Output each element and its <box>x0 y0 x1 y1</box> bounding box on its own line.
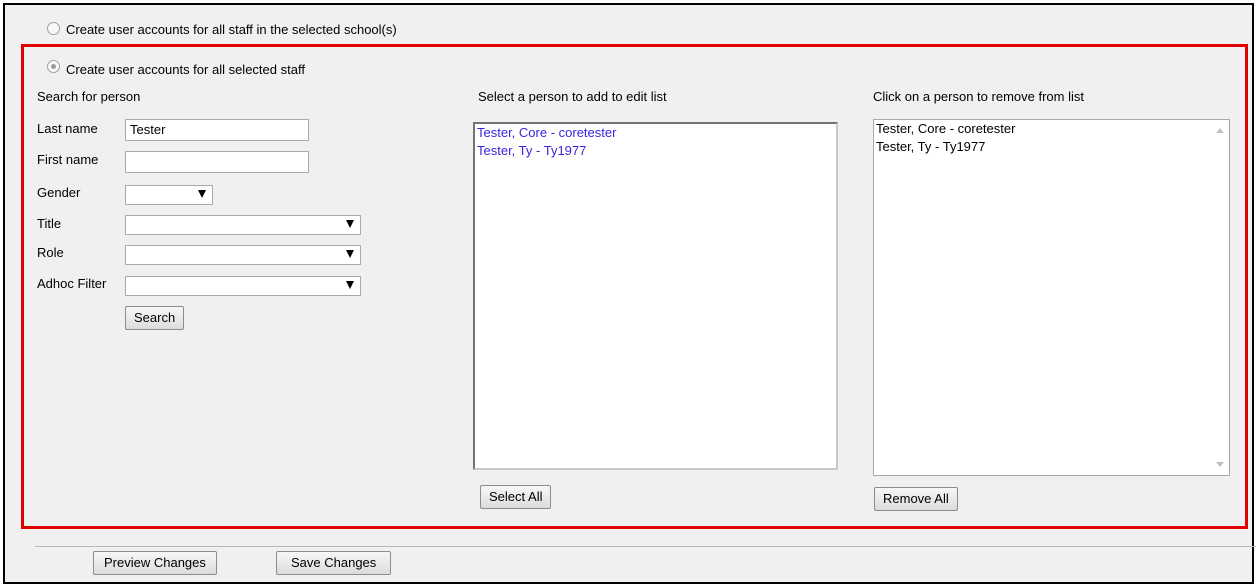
last-name-input[interactable]: Tester <box>125 119 309 141</box>
chevron-down-icon <box>346 281 354 289</box>
scroll-down-icon[interactable] <box>1216 462 1224 467</box>
radio-all-selected-staff-label: Create user accounts for all selected st… <box>66 62 305 77</box>
list-item[interactable]: Tester, Ty - Ty1977 <box>874 138 1229 156</box>
list-item[interactable]: Tester, Core - coretester <box>874 120 1229 138</box>
chevron-down-icon <box>346 220 354 228</box>
remove-list-header: Click on a person to remove from list <box>873 89 1084 104</box>
adhoc-filter-label: Adhoc Filter <box>37 276 107 291</box>
last-name-label: Last name <box>37 121 98 136</box>
remove-all-button[interactable]: Remove All <box>874 487 958 511</box>
title-label: Title <box>37 216 62 231</box>
form-panel: Create user accounts for all staff in th… <box>3 3 1256 584</box>
gender-label: Gender <box>37 185 81 200</box>
first-name-input[interactable] <box>125 151 309 173</box>
remove-list-box[interactable]: Tester, Core - coretester Tester, Ty - T… <box>873 119 1230 476</box>
chevron-down-icon <box>346 250 354 258</box>
chevron-down-icon <box>198 190 206 198</box>
add-list-header: Select a person to add to edit list <box>478 89 667 104</box>
search-button[interactable]: Search <box>125 306 185 330</box>
radio-all-staff-school-label: Create user accounts for all staff in th… <box>66 22 397 37</box>
radio-all-staff-school[interactable] <box>47 22 60 35</box>
search-header: Search for person <box>37 89 141 104</box>
scrollbar[interactable] <box>1212 120 1229 475</box>
save-changes-button[interactable]: Save Changes <box>276 551 392 575</box>
select-all-button[interactable]: Select All <box>480 485 552 509</box>
adhoc-filter-select[interactable] <box>125 276 361 296</box>
scroll-up-icon[interactable] <box>1216 128 1224 133</box>
list-item[interactable]: Tester, Core - coretester <box>475 124 836 142</box>
footer-divider <box>35 546 1256 547</box>
radio-all-selected-staff[interactable] <box>47 60 60 73</box>
first-name-label: First name <box>37 152 99 167</box>
add-list-box[interactable]: Tester, Core - coretester Tester, Ty - T… <box>473 122 838 470</box>
role-label: Role <box>37 245 64 260</box>
title-select[interactable] <box>125 215 361 235</box>
gender-select[interactable] <box>125 185 213 205</box>
list-item[interactable]: Tester, Ty - Ty1977 <box>475 142 836 160</box>
role-select[interactable] <box>125 245 361 265</box>
preview-changes-button[interactable]: Preview Changes <box>93 551 217 575</box>
